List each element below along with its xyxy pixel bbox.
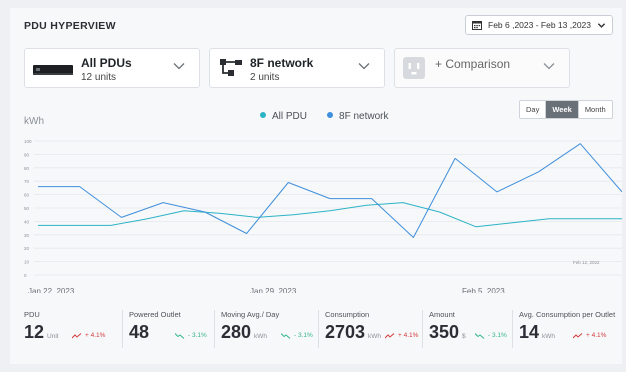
range-month-button[interactable]: Month <box>579 101 612 118</box>
stat-trend: - 3.1% <box>475 332 507 339</box>
stat-trend-value: + 4.1% <box>398 332 419 339</box>
stat-trend: + 4.1% <box>385 332 418 339</box>
stat-trend: - 3.1% <box>175 332 207 339</box>
series-line-all-pdu <box>38 202 622 228</box>
range-week-button[interactable]: Week <box>546 101 579 118</box>
stat-label: Consumption <box>325 310 370 319</box>
chevron-down-icon <box>358 63 370 70</box>
stat-unit: kWh <box>368 333 382 340</box>
x-tick-label: Jan 22 ,2023 <box>28 287 75 293</box>
stat-label: PDU <box>24 310 40 319</box>
stat-avg-per-outlet: Avg. Consumption per Outlet 14 kWh + 4.1% <box>512 310 619 348</box>
trend-down-icon <box>281 332 291 339</box>
stat-consumption: Consumption 2703 kWh + 4.1% <box>318 310 422 348</box>
stat-pdu: PDU 12 Unit + 4.1% <box>24 310 122 348</box>
range-toggle[interactable]: Day Week Month <box>519 100 613 119</box>
stat-value: 280 kWh <box>221 322 267 343</box>
trend-down-icon <box>175 332 185 339</box>
y-tick-label: 30 <box>24 233 30 238</box>
y-tick-label: 40 <box>24 219 30 224</box>
comparison-selector[interactable]: + Comparison <box>394 48 570 88</box>
stat-number: 14 <box>519 322 540 342</box>
stat-trend-value: - 3.1% <box>188 332 207 339</box>
y-axis-label: kWh <box>24 116 44 127</box>
stat-unit: Unit <box>47 333 59 340</box>
stat-trend: + 4.1% <box>573 332 606 339</box>
y-tick-label: 80 <box>24 166 30 171</box>
y-tick-label: 100 <box>24 139 32 144</box>
date-range-text: Feb 6 ,2023 - Feb 13 ,2023 <box>488 20 592 30</box>
legend-dot <box>260 112 266 118</box>
y-tick-label: 70 <box>24 179 30 184</box>
stat-trend: - 3.1% <box>281 332 313 339</box>
stat-value: 12 Unit <box>24 322 59 343</box>
stat-powered-outlet: Powered Outlet 48 - 3.1% <box>122 310 214 348</box>
pdu-hyperview-panel: PDU HYPERVIEW Feb 6 ,2023 - Feb 13 ,2023… <box>10 8 622 364</box>
stat-moving-avg: Moving Avg./ Day 280 kWh - 3.1% <box>214 310 318 348</box>
chevron-down-icon <box>597 22 606 28</box>
y-tick-label: 60 <box>24 193 30 198</box>
outlet-icon <box>403 57 425 79</box>
x-tick-label: Jan 29, 2023 <box>250 287 297 293</box>
network-topology-icon <box>220 59 242 76</box>
y-tick-label: 50 <box>24 206 30 211</box>
stat-unit: kWh <box>254 333 268 340</box>
range-day-button[interactable]: Day <box>520 101 547 118</box>
calendar-icon <box>472 21 482 30</box>
end-date-label: Feb 12, 2022 <box>573 260 600 265</box>
pdu-group-selector[interactable]: All PDUs 12 units <box>24 48 200 88</box>
trend-up-icon <box>573 332 583 338</box>
stat-label: Moving Avg./ Day <box>221 310 280 319</box>
stat-value: 48 <box>129 322 152 343</box>
legend-item-8f-network[interactable]: 8F network <box>327 111 388 122</box>
stat-value: 350 $ <box>429 322 466 343</box>
trend-up-icon <box>385 332 395 338</box>
chevron-down-icon <box>543 63 555 70</box>
stat-unit: $ <box>462 333 466 340</box>
stat-label: Powered Outlet <box>129 310 181 319</box>
stat-number: 2703 <box>325 322 366 342</box>
stat-trend: + 4.1% <box>72 332 105 339</box>
trend-down-icon <box>475 332 485 339</box>
pdu-device-icon <box>33 65 73 75</box>
selector-name: All PDUs <box>81 56 132 70</box>
stat-label: Avg. Consumption per Outlet <box>519 310 616 319</box>
stat-trend-value: - 3.1% <box>488 332 507 339</box>
legend-dot <box>327 112 334 118</box>
page-title: PDU HYPERVIEW <box>24 20 116 32</box>
series-line-8f-network <box>38 143 622 238</box>
x-tick-label: Feb 5, 2023 <box>462 287 505 293</box>
legend-item-all-pdu[interactable]: All PDU <box>260 111 307 122</box>
y-tick-label: 20 <box>24 246 30 251</box>
stat-value: 2703 kWh <box>325 322 381 343</box>
stats-bar: PDU 12 Unit + 4.1% Powered Outlet 48 - 3.… <box>24 310 619 350</box>
y-tick-label: 90 <box>24 152 30 157</box>
stat-number: 48 <box>129 322 150 342</box>
consumption-line-chart: 0 10 20 30 40 50 60 70 80 90 100 Jan 22 ,2023 Jan 29… <box>24 139 622 293</box>
stat-trend-value: + 4.1% <box>85 332 106 339</box>
stat-number: 280 <box>221 322 252 342</box>
legend-label: All PDU <box>272 111 308 122</box>
stat-trend-value: + 4.1% <box>586 332 607 339</box>
stat-number: 12 <box>24 322 45 342</box>
stat-value: 14 kWh <box>519 322 555 343</box>
stat-trend-value: - 3.1% <box>294 332 313 339</box>
stat-unit: kWh <box>542 333 556 340</box>
chevron-down-icon <box>173 63 185 70</box>
stat-amount: Amount 350 $ - 3.1% <box>422 310 512 348</box>
stat-number: 350 <box>429 322 460 342</box>
comparison-label: + Comparison <box>435 57 511 71</box>
legend-label: 8F network <box>339 111 389 122</box>
stat-label: Amount <box>429 310 455 319</box>
y-tick-label: 0 <box>24 273 27 278</box>
selector-count: 2 units <box>250 72 280 83</box>
date-range-picker[interactable]: Feb 6 ,2023 - Feb 13 ,2023 <box>465 15 613 35</box>
chart-legend: All PDU 8F network <box>260 111 388 122</box>
y-tick-label: 10 <box>24 260 30 265</box>
trend-up-icon <box>72 332 82 338</box>
selector-count: 12 units <box>81 72 117 83</box>
selector-name: 8F network <box>250 56 314 70</box>
network-selector[interactable]: 8F network 2 units <box>209 48 385 88</box>
